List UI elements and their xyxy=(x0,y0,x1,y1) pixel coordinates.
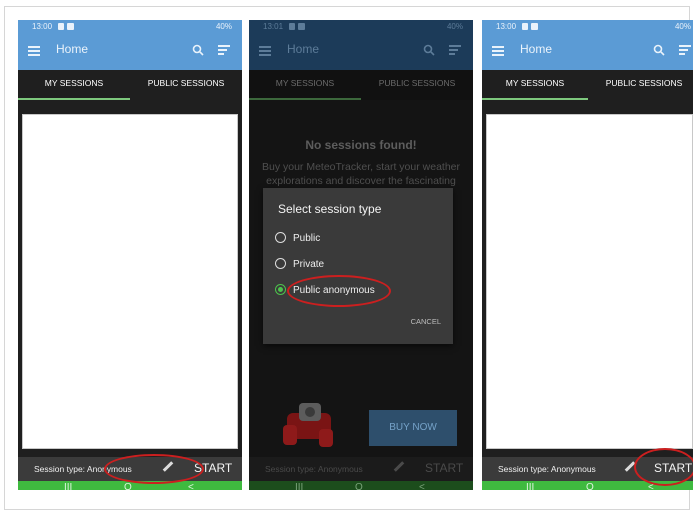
option-label: Private xyxy=(293,259,325,270)
phone-screen-2: 13:01 40% Home MY SESSIONS PUBLIC SESSIO… xyxy=(249,20,473,490)
status-time: 13:01 xyxy=(263,22,284,31)
filter-icon[interactable] xyxy=(679,45,691,56)
back-icon[interactable]: < xyxy=(188,482,194,490)
battery-level: 40% xyxy=(446,22,463,31)
bottom-bar: Session type: Anonymous START xyxy=(249,457,473,481)
notification-icon xyxy=(58,23,64,30)
battery-level: 40% xyxy=(215,22,232,31)
tab-my-sessions[interactable]: MY SESSIONS xyxy=(249,70,361,100)
app-bar: Home xyxy=(249,34,473,70)
session-tabs: MY SESSIONS PUBLIC SESSIONS xyxy=(18,70,242,100)
phone-screen-1: 13:00 40% Home MY SESSIONS PUBLIC SESSIO… xyxy=(18,20,242,490)
filter-icon[interactable] xyxy=(449,45,461,56)
session-type-dialog: Select session type Public Private Publi… xyxy=(263,188,453,344)
battery-level: 40% xyxy=(674,22,691,31)
status-bar: 13:00 40% xyxy=(482,20,693,34)
status-bar: 13:01 40% xyxy=(249,20,473,34)
home-icon[interactable]: O xyxy=(124,482,132,490)
meteotracker-device-image xyxy=(283,403,333,447)
status-bar: 13:00 40% xyxy=(18,20,242,34)
session-type-label[interactable]: Session type: Anonymous xyxy=(498,464,596,474)
app-title: Home xyxy=(287,42,320,56)
home-icon[interactable]: O xyxy=(355,482,363,490)
radio-selected-icon[interactable] xyxy=(275,284,286,295)
menu-icon[interactable] xyxy=(492,46,504,56)
cancel-button[interactable]: CANCEL xyxy=(411,317,441,326)
session-tabs: MY SESSIONS PUBLIC SESSIONS xyxy=(249,70,473,100)
sessions-list xyxy=(486,114,693,449)
annotation-circle xyxy=(287,275,391,307)
system-nav-bar: III O < xyxy=(249,481,473,490)
radio-icon[interactable] xyxy=(275,232,286,243)
start-button[interactable]: START xyxy=(425,461,463,475)
option-public[interactable]: Public xyxy=(275,232,320,244)
system-nav-bar: III O < xyxy=(18,481,242,490)
recent-apps-icon[interactable]: III xyxy=(64,482,72,490)
sessions-area xyxy=(18,100,242,457)
annotation-circle xyxy=(104,454,204,484)
filter-icon[interactable] xyxy=(218,45,230,56)
status-time: 13:00 xyxy=(32,22,53,31)
back-icon[interactable]: < xyxy=(419,482,425,490)
notification-icon xyxy=(289,23,295,30)
recent-apps-icon[interactable]: III xyxy=(295,482,303,490)
gallery-icon xyxy=(531,23,538,30)
app-bar: Home xyxy=(482,34,693,70)
no-sessions-title: No sessions found! xyxy=(305,138,417,152)
tab-public-sessions[interactable]: PUBLIC SESSIONS xyxy=(130,70,242,100)
search-icon[interactable] xyxy=(653,44,665,56)
option-private[interactable]: Private xyxy=(275,258,324,270)
session-tabs: MY SESSIONS PUBLIC SESSIONS xyxy=(482,70,693,100)
app-bar: Home xyxy=(18,34,242,70)
tab-my-sessions[interactable]: MY SESSIONS xyxy=(482,70,588,100)
status-time: 13:00 xyxy=(496,22,517,31)
notification-icon xyxy=(522,23,528,30)
menu-icon[interactable] xyxy=(28,46,40,56)
tab-public-sessions[interactable]: PUBLIC SESSIONS xyxy=(588,70,693,100)
radio-icon[interactable] xyxy=(275,258,286,269)
search-icon[interactable] xyxy=(423,44,435,56)
annotation-circle xyxy=(634,448,693,486)
app-title: Home xyxy=(520,42,553,56)
option-label: Public xyxy=(293,233,321,244)
pencil-icon[interactable] xyxy=(393,461,405,472)
menu-icon[interactable] xyxy=(259,46,271,56)
search-icon[interactable] xyxy=(192,44,204,56)
gallery-icon xyxy=(298,23,305,30)
home-icon[interactable]: O xyxy=(586,482,594,490)
dialog-title: Select session type xyxy=(278,202,382,216)
gallery-icon xyxy=(67,23,74,30)
app-title: Home xyxy=(56,42,89,56)
sessions-list xyxy=(22,114,238,449)
session-type-label[interactable]: Session type: Anonymous xyxy=(265,464,363,474)
buy-now-button[interactable]: BUY NOW xyxy=(369,410,457,446)
phone-screen-3: 13:00 40% Home MY SESSIONS PUBLIC SESSIO… xyxy=(482,20,693,490)
sessions-area xyxy=(482,100,693,457)
recent-apps-icon[interactable]: III xyxy=(526,482,534,490)
tab-public-sessions[interactable]: PUBLIC SESSIONS xyxy=(361,70,473,100)
tab-my-sessions[interactable]: MY SESSIONS xyxy=(18,70,130,100)
